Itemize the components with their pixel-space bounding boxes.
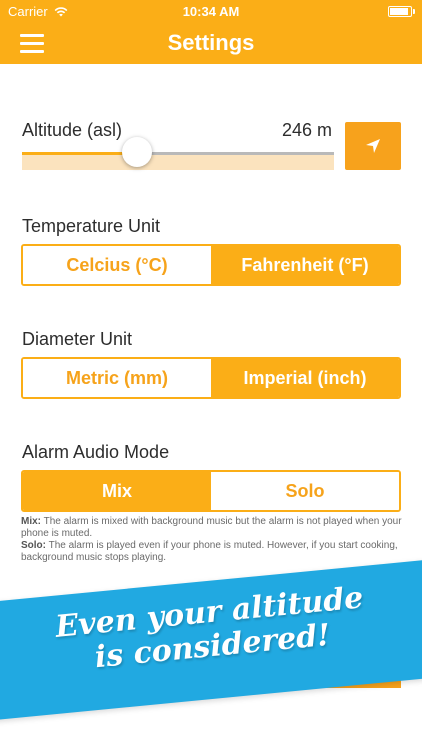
location-arrow-icon [366,139,380,153]
solo-help-title: Solo: [21,540,46,551]
temperature-unit-label: Temperature Unit [22,216,161,236]
altitude-value: 246 m [281,120,332,140]
altitude-label: Altitude (asl) [22,120,123,140]
altitude-slider-fill [22,152,138,155]
alarm-audio-mode-selector: Mix Solo [21,470,401,512]
diameter-unit-selector: Metric (mm) Imperial (inch) [21,357,401,399]
navigation-bar: Settings [0,24,422,64]
mix-help-body: The alarm is mixed with background music… [21,516,402,539]
solo-help: Solo: The alarm is played even if your p… [21,540,406,564]
solo-option[interactable]: Solo [211,472,399,510]
metric-option[interactable]: Metric (mm) [23,359,211,397]
altitude-slider-remainder [137,152,334,155]
battery-icon [388,6,415,17]
locate-altitude-button[interactable] [345,122,401,170]
status-time: 10:34 AM [182,4,240,19]
alarm-audio-mode-label: Alarm Audio Mode [22,442,170,462]
diameter-unit-label: Diameter Unit [22,329,133,349]
altitude-slider-track[interactable] [22,152,334,170]
mix-option[interactable]: Mix [23,472,211,510]
mix-help: Mix: The alarm is mixed with background … [21,516,406,540]
fahrenheit-option[interactable]: Fahrenheit (°F) [211,246,399,284]
alarm-mode-help-text: Mix: The alarm is mixed with background … [21,516,406,564]
mix-help-title: Mix: [21,516,41,527]
status-bar: Carrier 10:34 AM [0,0,422,24]
celcius-option[interactable]: Celcius (°C) [23,246,211,284]
page-title: Settings [167,30,255,55]
temperature-unit-selector: Celcius (°C) Fahrenheit (°F) [21,244,401,286]
imperial-option[interactable]: Imperial (inch) [211,359,399,397]
solo-help-body: The alarm is played even if your phone i… [21,540,398,563]
